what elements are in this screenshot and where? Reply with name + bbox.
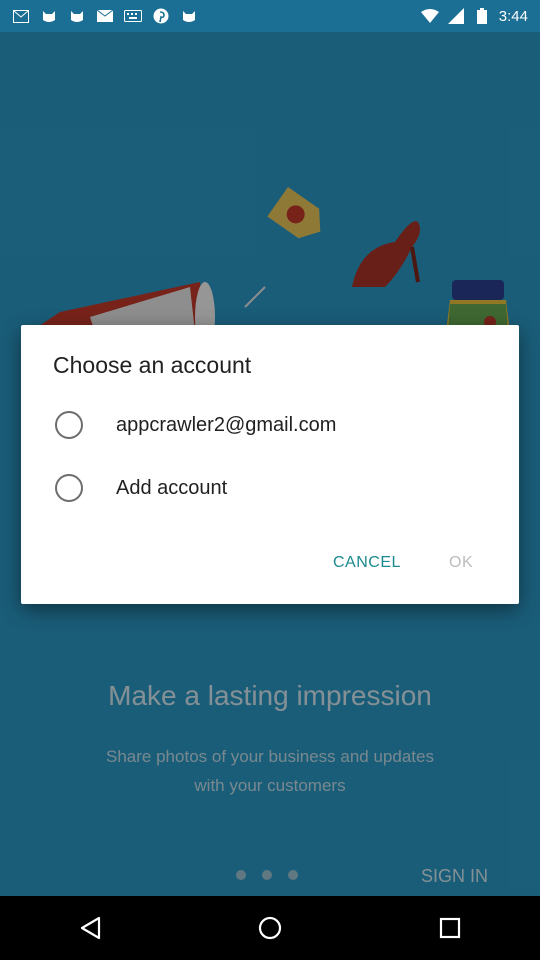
cat-icon — [68, 7, 86, 25]
mail-icon — [96, 7, 114, 25]
radio-button[interactable] — [55, 411, 83, 439]
gmail-icon — [12, 7, 30, 25]
battery-icon — [473, 7, 491, 25]
pinterest-icon — [152, 7, 170, 25]
back-icon[interactable] — [70, 908, 110, 948]
wifi-icon — [420, 7, 439, 25]
signal-icon — [447, 7, 465, 25]
cancel-button[interactable]: CANCEL — [333, 554, 401, 572]
ok-button[interactable]: OK — [449, 554, 473, 572]
account-option-add-account[interactable]: Add account — [53, 466, 493, 510]
choose-account-dialog: Choose an account appcrawler2@gmail.com … — [21, 325, 519, 604]
navigation-bar — [0, 896, 540, 960]
radio-button[interactable] — [55, 474, 83, 502]
system-icons: 3:44 — [420, 7, 528, 25]
home-icon[interactable] — [250, 908, 290, 948]
account-option-label: appcrawler2@gmail.com — [116, 413, 337, 436]
cat-icon — [40, 7, 58, 25]
notification-icons — [12, 7, 198, 25]
clock: 3:44 — [498, 7, 528, 25]
keyboard-icon — [124, 7, 142, 25]
account-option-appcrawler[interactable]: appcrawler2@gmail.com — [53, 403, 493, 447]
dialog-title: Choose an account — [53, 352, 252, 378]
status-bar: 3:44 — [0, 0, 540, 32]
account-option-label: Add account — [116, 476, 228, 499]
cat-icon — [180, 7, 198, 25]
recents-icon[interactable] — [430, 908, 470, 948]
